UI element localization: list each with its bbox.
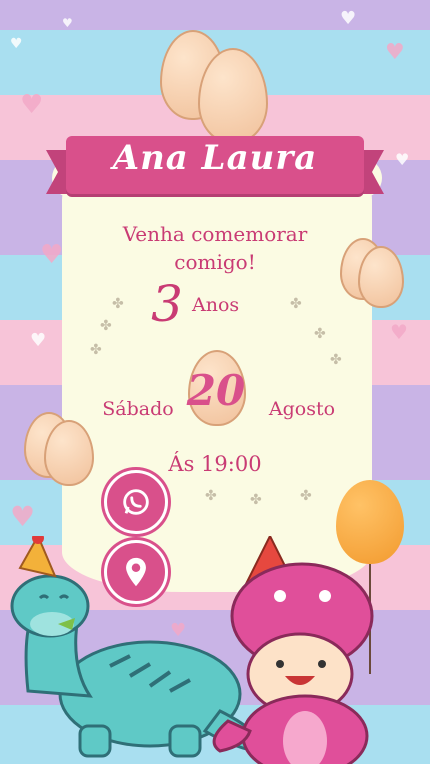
age-number: 3 [151,275,183,333]
egg-icon [198,48,268,144]
blue-dinosaur-icon [10,536,260,758]
footprint-icon: ✤ [205,488,217,504]
heart-icon: ♥ [340,8,357,29]
egg-icon [358,246,404,308]
whatsapp-button[interactable] [104,470,168,534]
heart-icon: ♥ [385,40,405,65]
footprint-icon: ✤ [112,296,124,312]
invitation-card-background: ♥ ♥ ♥ ♥ ♥ ♥ ♥ ♥ ♥ ♥ ♥ ♥ ♥ Ana Laura ✤ ✤ … [0,0,430,764]
footprint-icon: ✤ [300,488,312,504]
dinosaurs-illustration [10,536,374,764]
whatsapp-icon [123,489,149,515]
heart-icon: ♥ [395,150,410,169]
footprint-icon: ✤ [90,342,102,358]
heart-icon: ♥ [10,500,36,533]
invite-message: Venha comemorar comigo! [122,222,308,274]
event-time: Ás 19:00 [168,452,262,476]
pink-dinosaur-child-icon [212,536,374,764]
heart-icon: ♥ [390,320,408,344]
footprint-icon: ✤ [314,326,326,342]
heart-icon: ♥ [20,90,44,120]
footprint-icon: ✤ [100,318,112,334]
heart-icon: ♥ [30,330,47,351]
footprint-icon: ✤ [250,492,262,508]
child-name: Ana Laura [112,138,318,178]
footprint-icon: ✤ [330,352,342,368]
heart-icon: ♥ [40,240,64,270]
heart-icon: ♥ [10,36,23,52]
event-weekday: Sábado [102,398,174,420]
heart-icon: ♥ [62,16,73,30]
footprint-icon: ✤ [290,296,302,312]
event-month: Agosto [268,398,336,420]
age-label: Anos [192,294,240,316]
event-day: 20 [186,366,246,415]
